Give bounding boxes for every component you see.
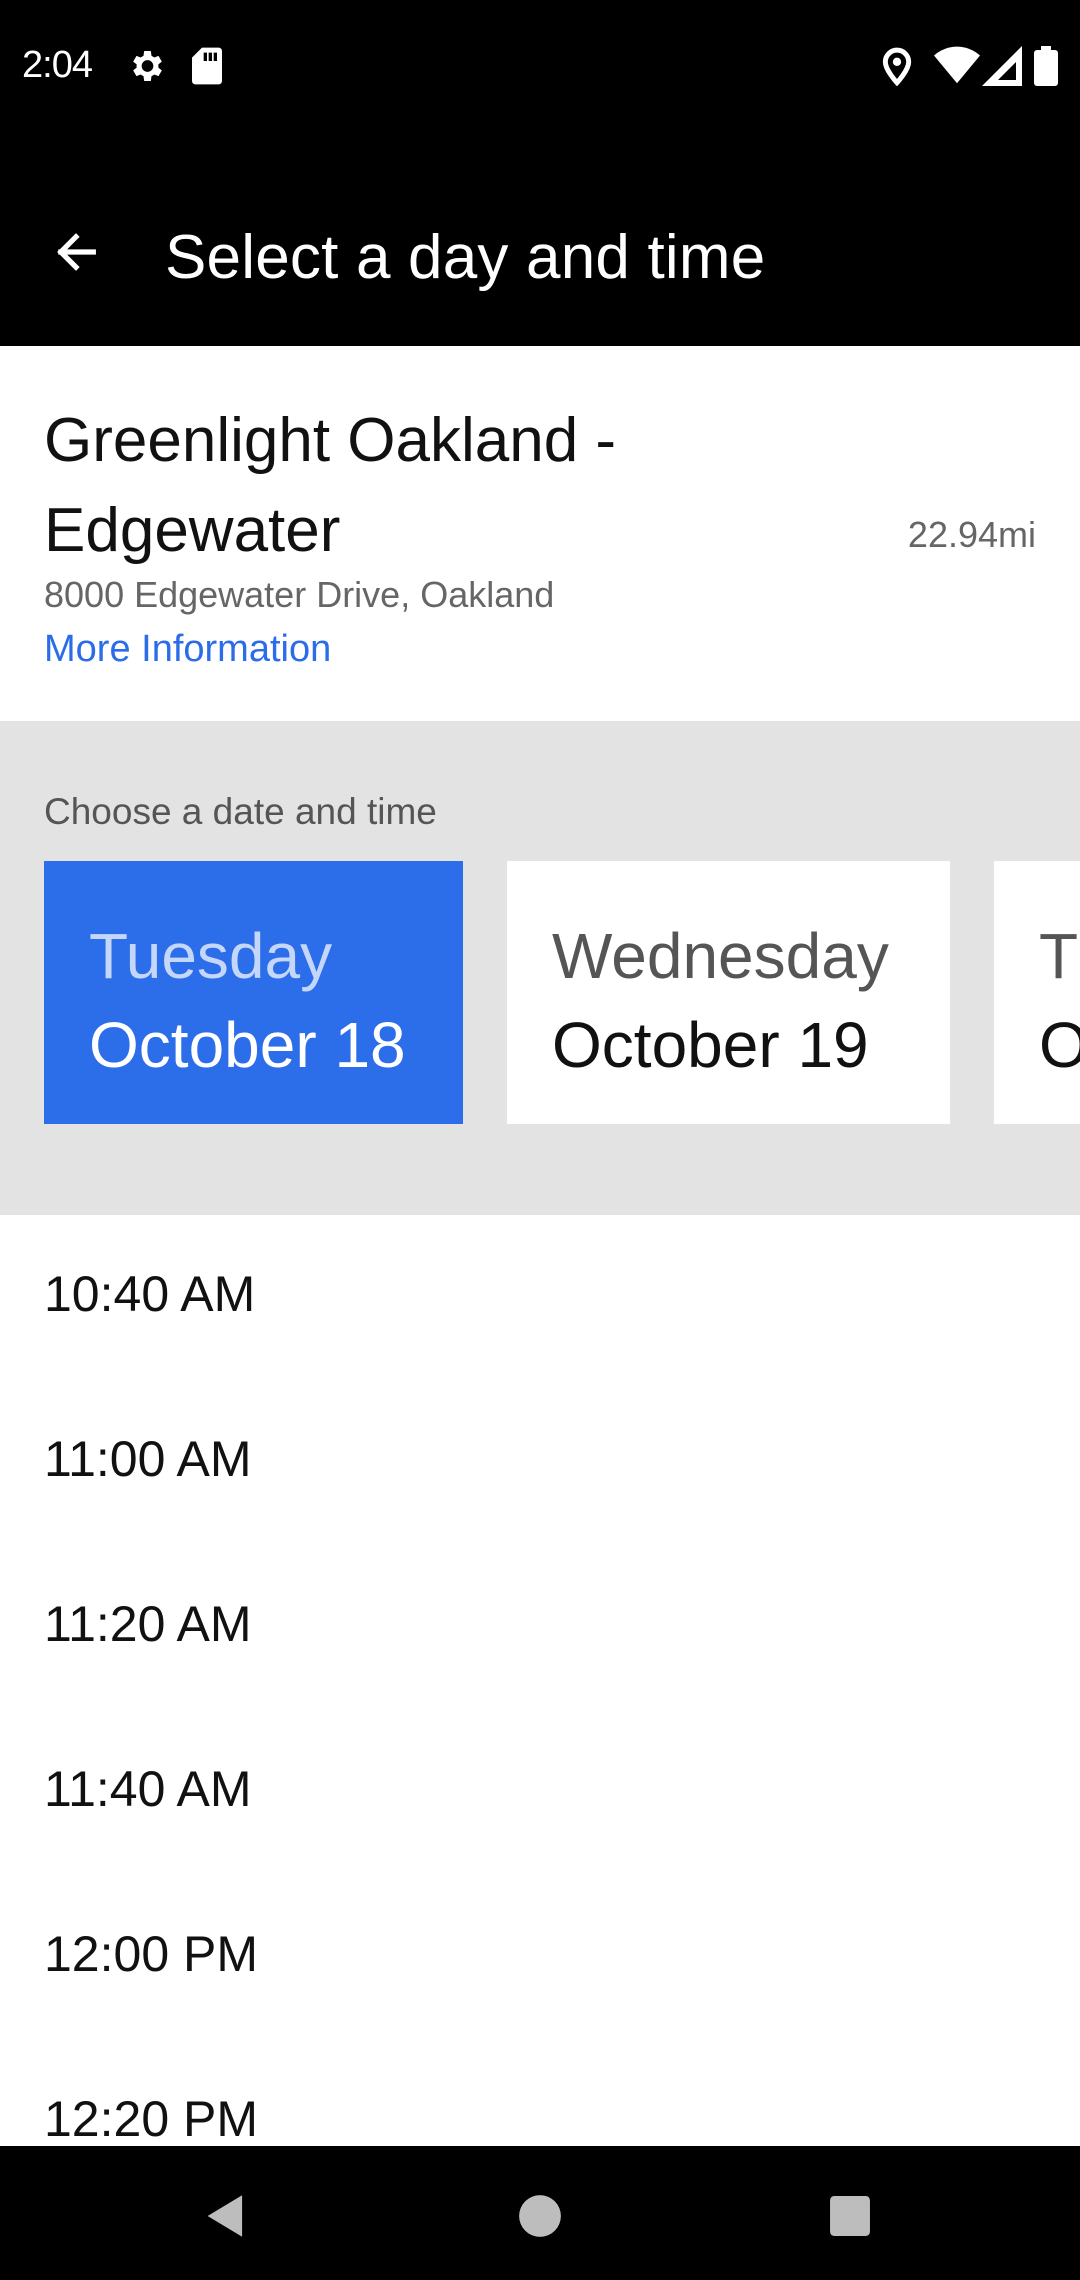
date-picker-heading: Choose a date and time — [44, 791, 437, 832]
location-distance: 22.94mi — [907, 514, 1036, 555]
time-slot[interactable]: 12:20 PM — [0, 2040, 1080, 2146]
time-slot[interactable]: 11:40 AM — [0, 1710, 1080, 1875]
date-card-wednesday[interactable]: Wednesday October 19 — [507, 861, 950, 1124]
time-slot[interactable]: 12:00 PM — [0, 1875, 1080, 2040]
location-pin-icon — [880, 46, 914, 91]
status-time: 2:04 — [22, 44, 93, 86]
date-picker-section: Choose a date and time Tuesday October 1… — [0, 721, 1080, 1215]
recents-square-icon[interactable] — [820, 2186, 880, 2246]
page-title: Select a day and time — [165, 223, 766, 292]
battery-icon — [1034, 46, 1058, 91]
date-card-day: Wednesday — [552, 920, 889, 992]
date-card-tuesday[interactable]: Tuesday October 18 — [44, 861, 463, 1124]
sd-card-icon — [190, 46, 224, 91]
status-bar: 2:04 — [0, 0, 1080, 136]
signal-icon — [982, 46, 1022, 91]
location-name: Greenlight Oakland - Edgewater — [44, 406, 617, 565]
system-nav-bar — [0, 2146, 1080, 2280]
home-circle-icon[interactable] — [510, 2186, 570, 2246]
date-card-date: October 18 — [89, 1009, 406, 1081]
time-slot[interactable]: 11:00 AM — [0, 1380, 1080, 1545]
date-card-thursday[interactable]: T O — [994, 861, 1080, 1124]
arrow-left-icon[interactable] — [40, 216, 112, 288]
time-slot[interactable]: 11:20 AM — [0, 1545, 1080, 1710]
gear-icon — [126, 46, 166, 91]
app-bar: Select a day and time — [0, 136, 1080, 346]
date-card-date: October 19 — [552, 1009, 869, 1081]
location-card: Greenlight Oakland - Edgewater 22.94mi 8… — [0, 346, 1080, 721]
date-card-day: T — [1039, 920, 1079, 992]
time-slot[interactable]: 10:40 AM — [0, 1215, 1080, 1380]
main-content: Greenlight Oakland - Edgewater 22.94mi 8… — [0, 346, 1080, 2146]
more-information-link[interactable]: More Information — [44, 628, 331, 671]
location-address: 8000 Edgewater Drive, Oakland — [44, 574, 555, 615]
wifi-icon — [934, 46, 980, 91]
date-card-date: O — [1039, 1009, 1080, 1081]
date-card-day: Tuesday — [89, 920, 333, 992]
time-slot-list: 10:40 AM 11:00 AM 11:20 AM 11:40 AM 12:0… — [0, 1215, 1080, 2146]
back-triangle-icon[interactable] — [196, 2186, 256, 2246]
